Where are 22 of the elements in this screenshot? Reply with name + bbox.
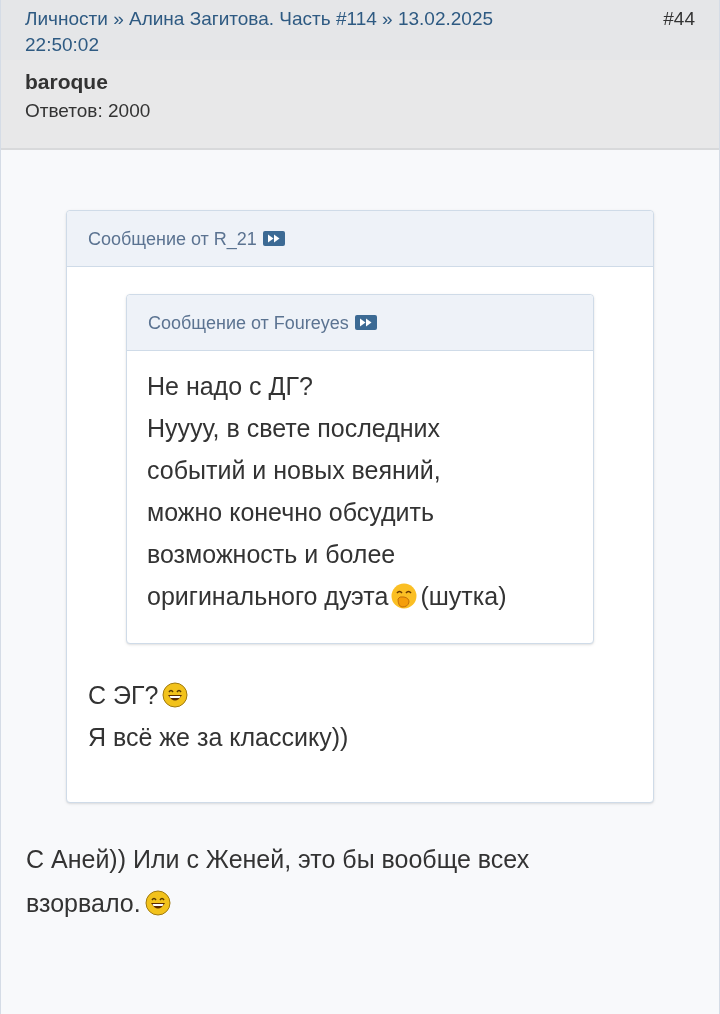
- message-text: можно конечно обсудить: [147, 497, 434, 528]
- message-text: (шутка): [420, 581, 507, 612]
- laughing-emoji-icon: [144, 890, 171, 916]
- message-text: Нуууу, в свете последних: [147, 413, 440, 444]
- message-text: Не надо с ДГ?: [147, 371, 313, 402]
- post-number[interactable]: #44: [663, 6, 695, 58]
- quote-author: Сообщение от Foureyes: [148, 311, 349, 335]
- message-text: возможность и более: [147, 539, 396, 570]
- go-to-post-icon[interactable]: [354, 315, 377, 330]
- message-text: взорвало.: [26, 888, 141, 919]
- breadcrumb-link[interactable]: Личности » Алина Загитова. Часть #114 » 13.02.2025 22:50:02: [25, 6, 565, 58]
- laughing-emoji-icon: [162, 682, 189, 708]
- message-text: событий и новых веяний,: [147, 455, 441, 486]
- giggling-emoji-icon: [390, 582, 419, 610]
- go-to-post-icon[interactable]: [262, 231, 285, 246]
- message-text: С ЭГ?: [88, 680, 159, 711]
- reply-count: Ответов: 2000: [25, 99, 152, 123]
- message-text: С Аней)) Или с Женей, это бы вообще всех: [26, 844, 530, 875]
- message-text: Я всё же за классику)): [88, 722, 349, 753]
- message-text: оригинального дуэта: [147, 581, 389, 612]
- author-name[interactable]: baroque: [25, 68, 695, 96]
- quote-author: Сообщение от R_21: [88, 227, 257, 252]
